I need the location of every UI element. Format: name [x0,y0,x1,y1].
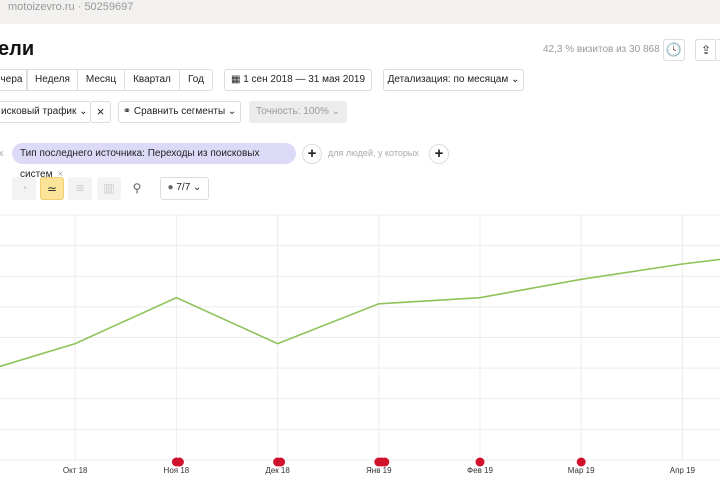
bar-chart-icon[interactable]: ▥ [97,177,121,200]
data-point [378,303,380,305]
accuracy-dropdown[interactable]: Точность: 100% ⌄ [249,101,347,123]
more-button[interactable] [715,39,720,61]
chevron-down-icon: ⌄ [508,74,520,85]
comment-icon: ● [167,182,174,193]
period-quarter[interactable]: Квартал [124,69,180,91]
period-year[interactable]: Год [179,69,213,91]
history-button[interactable]: 🕓 [663,39,685,61]
page-title: ели [0,38,35,60]
period-month[interactable]: Месяц [77,69,125,91]
data-point [580,278,582,281]
top-bar: motoizevro.ru · 50259697 [0,0,720,24]
data-point [175,296,178,299]
add-people-filter-button[interactable]: + [429,144,449,164]
note-marker[interactable] [273,457,283,467]
people-label: для людей, у которых [328,148,419,158]
note-marker[interactable] [374,457,384,467]
line-chart: Окт 18 Ноя 18 Дек 18 Янв 19 Фев 19 Мар 19 Апр … [0,214,720,475]
visits-summary: 42,3 % визитов из 30 868 [543,44,660,55]
x-tick-label: Окт 18 [63,466,88,475]
data-point [74,342,76,345]
close-icon: × [96,104,105,119]
pie-chart-icon[interactable]: ◔ [12,177,36,200]
export-button[interactable]: ⇪ [695,39,717,61]
notes-dropdown[interactable]: ● 7/7 ⌄ [160,177,209,200]
chevron-down-icon: ⌄ [225,106,237,117]
data-point [276,342,279,345]
x-tick-label: Ноя 18 [164,466,190,475]
x-tick-label: Фев 19 [467,466,493,475]
x-tick-label: Дек 18 [265,466,290,475]
x-tick-label: Апр 19 [670,466,696,475]
note-marker[interactable] [576,457,586,467]
chevron-down-icon: ⌄ [76,106,88,117]
note-marker[interactable] [171,457,181,467]
counter-id: 50259697 [84,1,134,13]
detail-dropdown[interactable]: Детализация: по месяцам ⌄ [383,69,524,91]
note-marker[interactable] [475,457,485,467]
add-filter-button[interactable]: + [302,144,322,164]
chevron-down-icon: ⌄ [328,106,341,117]
series-line [0,258,720,368]
map-icon[interactable]: ⚲ [125,177,149,200]
site-name[interactable]: motoizevro.ru [8,1,75,13]
data-point [479,296,481,299]
compare-segments-button[interactable]: ⚭ Сравнить сегменты ⌄ [118,101,241,123]
clear-segment-button[interactable]: × [90,101,111,123]
period-week[interactable]: Неделя [27,69,78,91]
separator: · [77,1,82,13]
filter-chip[interactable]: Тип последнего источника: Переходы из по… [12,143,296,180]
filter-prefix: их [0,148,4,158]
segment-dropdown[interactable]: исковый трафик ⌄ [0,101,91,123]
date-range-button[interactable]: ▦ 1 сен 2018 — 31 мая 2019 [224,69,372,91]
period-yesterday[interactable]: чера [0,69,27,91]
area-chart-icon[interactable]: ≋ [68,177,92,200]
x-tick-label: Янв 19 [366,466,392,475]
data-point [681,263,684,265]
calendar-icon: ▦ [230,74,244,85]
x-tick-label: Мар 19 [568,466,595,475]
line-chart-icon[interactable]: ≃ [40,177,64,200]
binoculars-icon: ⚭ [122,106,134,117]
